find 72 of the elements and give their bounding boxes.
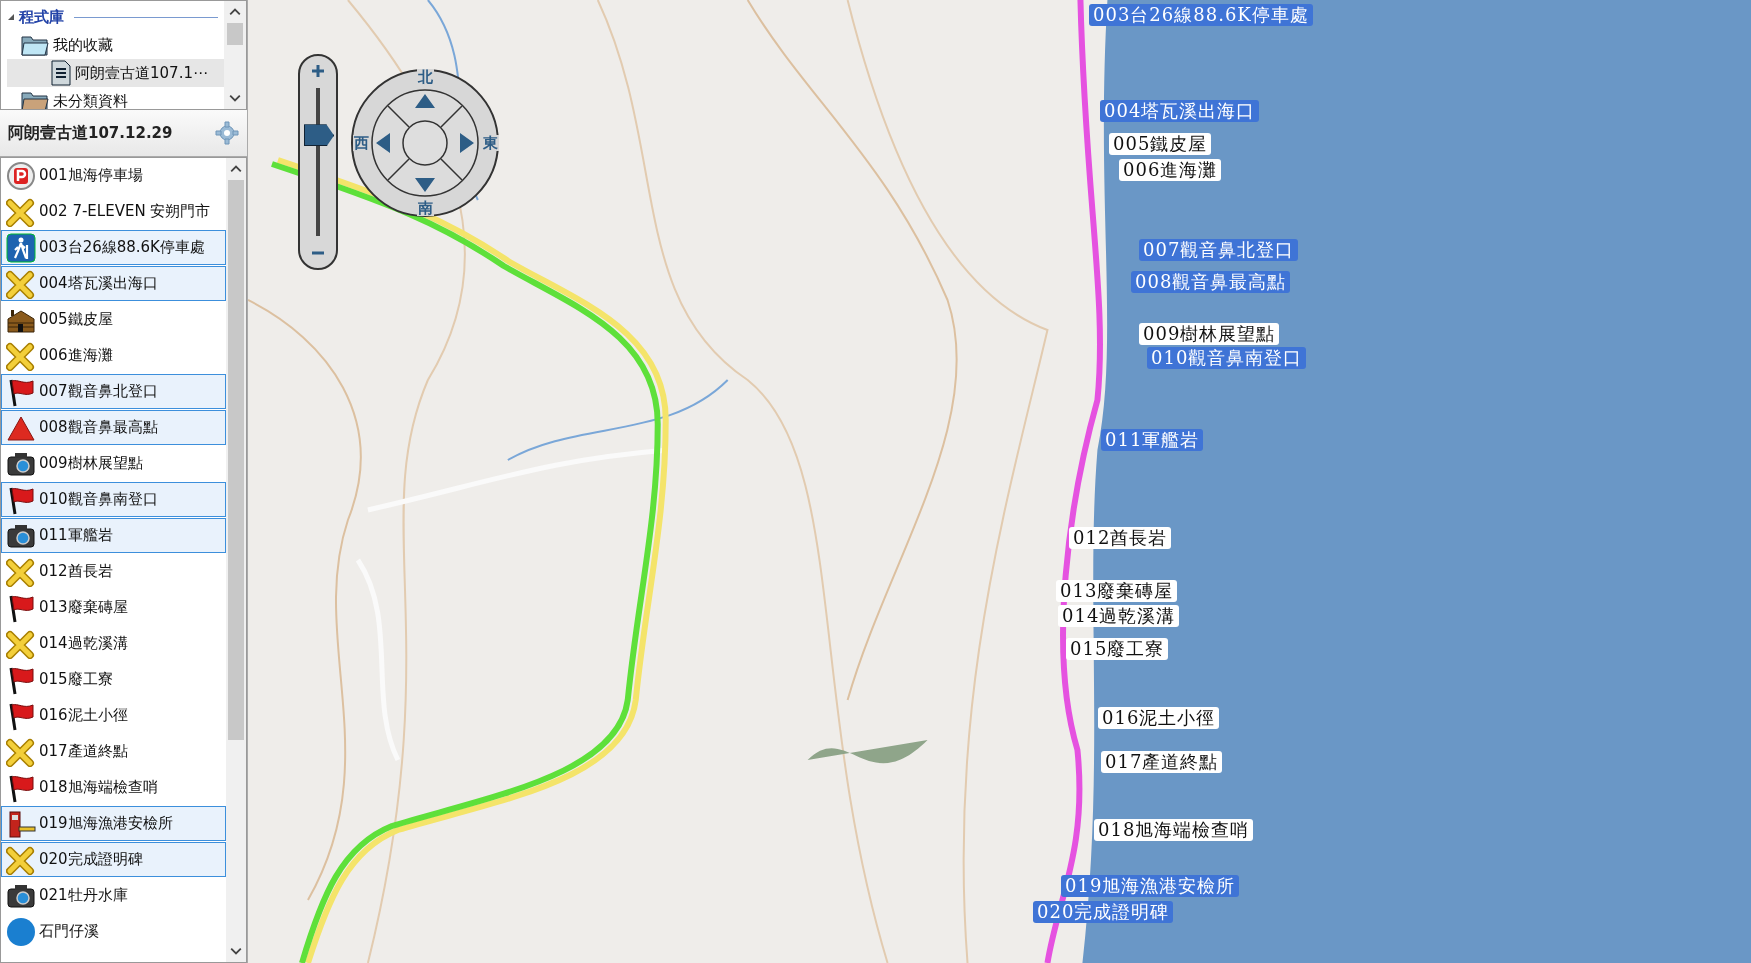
cross-icon — [6, 340, 36, 371]
zoom-in-icon[interactable] — [311, 64, 325, 78]
waypoint-item[interactable]: 014過乾溪溝 — [1, 626, 226, 661]
waypoint-item[interactable]: 002 7-ELEVEN 安朔門市 — [1, 194, 226, 229]
tree-item[interactable]: 阿朗壹古道107.1⋯ — [7, 59, 224, 87]
waypoint-label[interactable]: 005鐵皮屋 — [1109, 133, 1212, 155]
waypoint-item[interactable]: 010觀音鼻南登口 — [1, 482, 226, 517]
waypoint-label[interactable]: 015廢工寮 — [1066, 638, 1169, 660]
waypoint-item[interactable]: 011軍艦岩 — [1, 518, 226, 553]
waypoint-item[interactable]: 001旭海停車場 — [1, 158, 226, 193]
cross-icon — [6, 196, 36, 227]
scrollbar-thumb[interactable] — [227, 23, 243, 45]
document-icon — [51, 60, 71, 86]
waypoint-item[interactable]: 015廢工寮 — [1, 662, 226, 697]
cross-icon — [6, 736, 36, 767]
waypoint-label[interactable]: 016泥土小徑 — [1098, 707, 1220, 729]
pan-south-button[interactable]: 南 — [417, 200, 434, 216]
waypoint-item[interactable]: 013廢棄磚屋 — [1, 590, 226, 625]
scrollbar-thumb[interactable] — [228, 180, 244, 740]
zoom-thumb[interactable] — [304, 124, 334, 147]
pan-west-button[interactable]: 西 — [353, 135, 370, 151]
zoom-slider[interactable] — [298, 54, 338, 270]
waypoint-item[interactable]: 016泥土小徑 — [1, 698, 226, 733]
cross-icon — [6, 844, 36, 875]
waypoint-label[interactable]: 003台26線88.6K停車處 — [1089, 4, 1313, 26]
waypoint-label[interactable]: 008觀音鼻最高點 — [1131, 271, 1291, 293]
parking-icon — [6, 160, 36, 191]
waypoint-label[interactable]: 017產道終點 — [1101, 751, 1223, 773]
waypoint-item[interactable]: 020完成證明碑 — [1, 842, 226, 877]
pan-north-button[interactable]: 北 — [417, 69, 434, 85]
waypoint-item[interactable]: 003台26線88.6K停車處 — [1, 230, 226, 265]
waypoint-label[interactable]: 006進海灘 — [1119, 159, 1222, 181]
waypoint-item[interactable]: 008觀音鼻最高點 — [1, 410, 226, 445]
waypoint-label[interactable]: 010觀音鼻南登口 — [1147, 347, 1307, 369]
waypoint-item[interactable]: 石門仔溪 — [1, 914, 226, 949]
waypoint-label[interactable]: 012酋長岩 — [1069, 527, 1172, 549]
folder-icon — [21, 34, 49, 56]
library-title: 程式庫 — [19, 7, 64, 27]
track-title: 阿朗壹古道107.12.29 — [8, 122, 173, 144]
waypoint-label[interactable]: 020完成證明碑 — [1033, 901, 1174, 923]
waypoint-label[interactable]: 009樹林展望點 — [1139, 323, 1280, 345]
waypoint-item[interactable]: 012酋長岩 — [1, 554, 226, 589]
waypoint-label[interactable]: 013廢棄磚屋 — [1056, 580, 1178, 602]
waypoint-item[interactable]: 006進海灘 — [1, 338, 226, 373]
scroll-down-icon[interactable] — [230, 947, 242, 955]
expanded-icon[interactable] — [7, 13, 15, 21]
scroll-down-icon[interactable] — [229, 94, 241, 102]
pan-east-button[interactable]: 東 — [482, 135, 499, 151]
scroll-up-icon[interactable] — [230, 165, 242, 173]
waypoint-item[interactable]: 017產道終點 — [1, 734, 226, 769]
waypoint-label[interactable]: 004塔瓦溪出海口 — [1100, 100, 1260, 122]
settings-icon[interactable] — [215, 121, 239, 145]
tree-item[interactable]: 我的收藏 — [7, 31, 224, 59]
cross-icon — [6, 628, 36, 659]
scroll-up-icon[interactable] — [229, 8, 241, 16]
waypoint-label[interactable]: 018旭海端檢查哨 — [1094, 819, 1254, 841]
waypoint-item[interactable]: 018旭海端檢查哨 — [1, 770, 226, 805]
waypoint-item[interactable]: 021牡丹水庫 — [1, 878, 226, 913]
waypoint-item[interactable]: 019旭海漁港安檢所 — [1, 806, 226, 841]
waypoint-label[interactable]: 011軍艦岩 — [1101, 429, 1204, 451]
hiker-icon — [6, 232, 36, 263]
waypoint-item[interactable]: 004塔瓦溪出海口 — [1, 266, 226, 301]
cross-icon — [6, 556, 36, 587]
waypoint-label[interactable]: 019旭海漁港安檢所 — [1061, 875, 1240, 897]
waypoint-item[interactable]: 009樹林展望點 — [1, 446, 226, 481]
folder-icon — [21, 90, 49, 109]
waypoint-label[interactable]: 007觀音鼻北登口 — [1139, 239, 1299, 261]
gate-icon — [6, 808, 36, 839]
waypoint-label[interactable]: 014過乾溪溝 — [1058, 605, 1180, 627]
waypoint-item[interactable]: 007觀音鼻北登口 — [1, 374, 226, 409]
waypoint-item[interactable]: 005鐵皮屋 — [1, 302, 226, 337]
cross-icon — [6, 268, 36, 299]
